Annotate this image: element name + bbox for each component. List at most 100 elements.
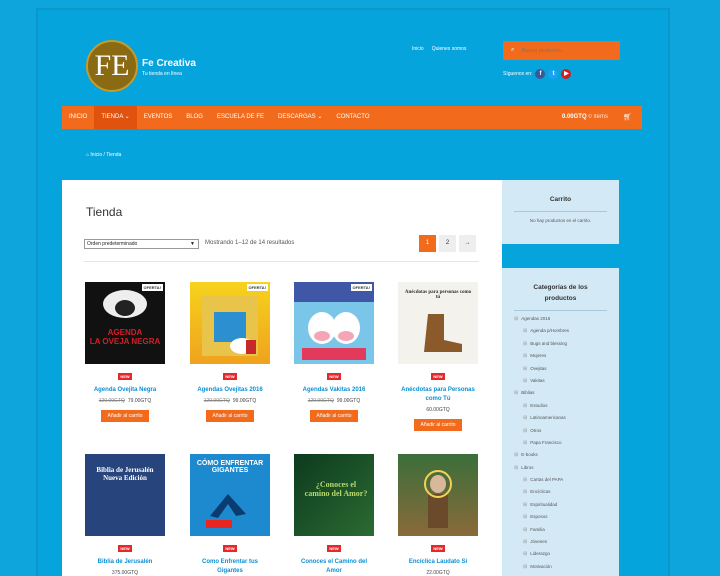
top-link-quienes-somos[interactable]: Quienes somos — [432, 46, 467, 52]
divider — [514, 310, 607, 311]
category-item[interactable]: Papa Francisco — [502, 437, 619, 449]
social-links: Síguenos en: f t ▶ — [503, 69, 572, 79]
product-image[interactable]: ¿Conoces el camino del Amor? — [294, 454, 374, 536]
add-to-cart-button[interactable]: Añadir al carrito — [101, 410, 149, 422]
product-card: AGENDA LA OVEJA NEGRA OFERTA! NEW Agenda… — [85, 282, 165, 422]
breadcrumb-home[interactable]: Inicio — [90, 152, 102, 158]
top-link-inicio[interactable]: Inicio — [412, 46, 424, 52]
product-name[interactable]: Como Enfrentar tus Gigantes — [190, 558, 270, 576]
cart-icon[interactable]: 🛒︎ — [623, 106, 632, 129]
nav-cart-summary[interactable]: 0.00GTQ 0 ítems — [562, 106, 608, 129]
category-item[interactable]: Agenda p/Hombres — [502, 325, 619, 337]
product-name[interactable]: Agendas Vakitas 2016 — [294, 386, 374, 395]
product-name[interactable]: Agenda Ovejita Negra — [85, 386, 165, 395]
product-name[interactable]: Encíclica Laudato Si — [398, 558, 478, 567]
new-badge: NEW — [223, 373, 237, 380]
sale-badge: OFERTA! — [141, 284, 163, 291]
logo-text: FE — [94, 49, 130, 82]
product-card: ¿Conoces el camino del Amor? NEW Conoces… — [294, 454, 374, 576]
category-item[interactable]: Mujeres — [502, 350, 619, 362]
nav-item-descargas[interactable]: DESCARGAS ⌄ — [271, 106, 329, 129]
product-price-value: 22.00GTQ — [426, 570, 450, 576]
categories-widget-title: Categorías de los productos — [533, 284, 588, 302]
product-cover-text: Biblia de Jerusalén Nueva Edición — [96, 466, 154, 482]
site-title[interactable]: Fe Creativa — [142, 58, 196, 69]
product-image[interactable]: Biblia de Jerusalén Nueva Edición — [85, 454, 165, 536]
category-item[interactable]: Espiritualidad — [502, 499, 619, 511]
social-label: Síguenos en: — [503, 71, 533, 77]
result-count: Mostrando 1–12 de 14 resultados — [205, 240, 295, 246]
product-image[interactable] — [398, 454, 478, 536]
category-item[interactable]: Motivación — [502, 561, 619, 573]
add-to-cart-button[interactable]: Añadir al carrito — [310, 410, 358, 422]
new-badge: NEW — [327, 373, 341, 380]
category-item[interactable]: Latinoamericanas — [502, 412, 619, 424]
category-item[interactable]: Encíclicas — [502, 486, 619, 498]
product-card: OFERTA! NEW Agendas Vakitas 2016 120.00G… — [294, 282, 374, 422]
category-item[interactable]: Jóvenes — [502, 536, 619, 548]
categories-widget: Categorías de los productos Agendas 2016… — [502, 268, 619, 576]
category-item[interactable]: Otros — [502, 425, 619, 437]
category-item[interactable]: Libros — [502, 462, 619, 474]
figure-illustration — [206, 494, 246, 528]
product-name[interactable]: Anécdotas para Personas como Tú — [398, 386, 478, 404]
main-nav: INICIO TIENDA ⌄ EVENTOS BLOG ESCUELA DE … — [62, 106, 642, 129]
new-badge: NEW — [223, 545, 237, 552]
nav-item-blog[interactable]: BLOG — [179, 106, 210, 129]
category-item[interactable]: Agendas 2016 — [502, 313, 619, 325]
order-select[interactable]: Orden predeterminado ▼ — [84, 239, 199, 249]
product-image[interactable]: OFERTA! — [294, 282, 374, 364]
search-input[interactable] — [503, 41, 620, 60]
new-badge: NEW — [327, 545, 341, 552]
youtube-icon[interactable]: ▶ — [561, 69, 572, 79]
divider — [84, 261, 479, 262]
add-to-cart-button[interactable]: Añadir al carrito — [414, 419, 462, 431]
nav-item-escuela-de-fe[interactable]: ESCUELA DE FE — [210, 106, 271, 129]
cart-empty-text: No hay productos en el carrito. — [529, 218, 592, 223]
product-name[interactable]: Biblia de Jerusalén — [85, 558, 165, 567]
facebook-icon[interactable]: f — [535, 69, 546, 79]
sidebar: Carrito No hay productos en el carrito. … — [502, 180, 619, 576]
category-item[interactable]: Vakitas — [502, 375, 619, 387]
twitter-icon[interactable]: t — [548, 69, 559, 79]
nav-item-contacto[interactable]: CONTACTO — [329, 106, 376, 129]
product-price: 60.00GTQ — [398, 407, 478, 413]
product-image[interactable]: AGENDA LA OVEJA NEGRA OFERTA! — [85, 282, 165, 364]
breadcrumb: ⌂ Inicio / Tienda — [86, 152, 121, 158]
category-item[interactable]: Ovejitas — [502, 363, 619, 375]
nav-cart-total: 0.00GTQ — [561, 114, 587, 120]
old-price: 120.00GTQ — [307, 398, 334, 404]
pagination-page-2[interactable]: 2 — [439, 235, 456, 252]
category-item[interactable]: Esposos — [502, 511, 619, 523]
add-to-cart-button[interactable]: Añadir al carrito — [206, 410, 254, 422]
site-tagline: Tu tienda en línea — [142, 71, 182, 77]
site-logo[interactable]: FE — [86, 40, 138, 92]
nav-cart-items: 0 ítems — [588, 114, 608, 120]
pagination-next[interactable]: → — [459, 235, 476, 252]
product-name[interactable]: Agendas Ovejitas 2016 — [190, 386, 270, 395]
category-item[interactable]: Estudios — [502, 400, 619, 412]
nav-item-tienda[interactable]: TIENDA ⌄ — [94, 106, 137, 129]
category-item[interactable]: Liderazgo — [502, 548, 619, 560]
boot-illustration — [424, 314, 462, 352]
product-image[interactable]: Anécdotas para personas como tú — [398, 282, 478, 364]
product-cover-text: AGENDA LA OVEJA NEGRA — [89, 328, 161, 346]
product-card: OFERTA! NEW Agendas Ovejitas 2016 120.00… — [190, 282, 270, 422]
category-item[interactable]: Bugs and blessing — [502, 338, 619, 350]
category-item[interactable]: Biblias — [502, 387, 619, 399]
product-price-value: 375.00GTQ — [111, 570, 139, 576]
nav-item-inicio[interactable]: INICIO — [62, 106, 94, 129]
saint-illustration — [424, 470, 452, 528]
pagination-page-1[interactable]: 1 — [419, 235, 436, 252]
product-card: Anécdotas para personas como tú NEW Anéc… — [398, 282, 478, 431]
category-item[interactable]: Cartas del PAPA — [502, 474, 619, 486]
search-icon: ⌕ — [511, 47, 515, 53]
nav-item-eventos[interactable]: EVENTOS — [137, 106, 180, 129]
top-links: Inicio Quienes somos — [412, 46, 466, 52]
category-item[interactable]: Familia — [502, 524, 619, 536]
product-name[interactable]: Conoces el Camino del Amor — [294, 558, 374, 576]
category-item[interactable]: E-books — [502, 449, 619, 461]
product-image[interactable]: OFERTA! — [190, 282, 270, 364]
sale-price: 99.00GTQ — [336, 398, 361, 404]
product-image[interactable]: CÓMO ENFRENTAR GIGANTES — [190, 454, 270, 536]
